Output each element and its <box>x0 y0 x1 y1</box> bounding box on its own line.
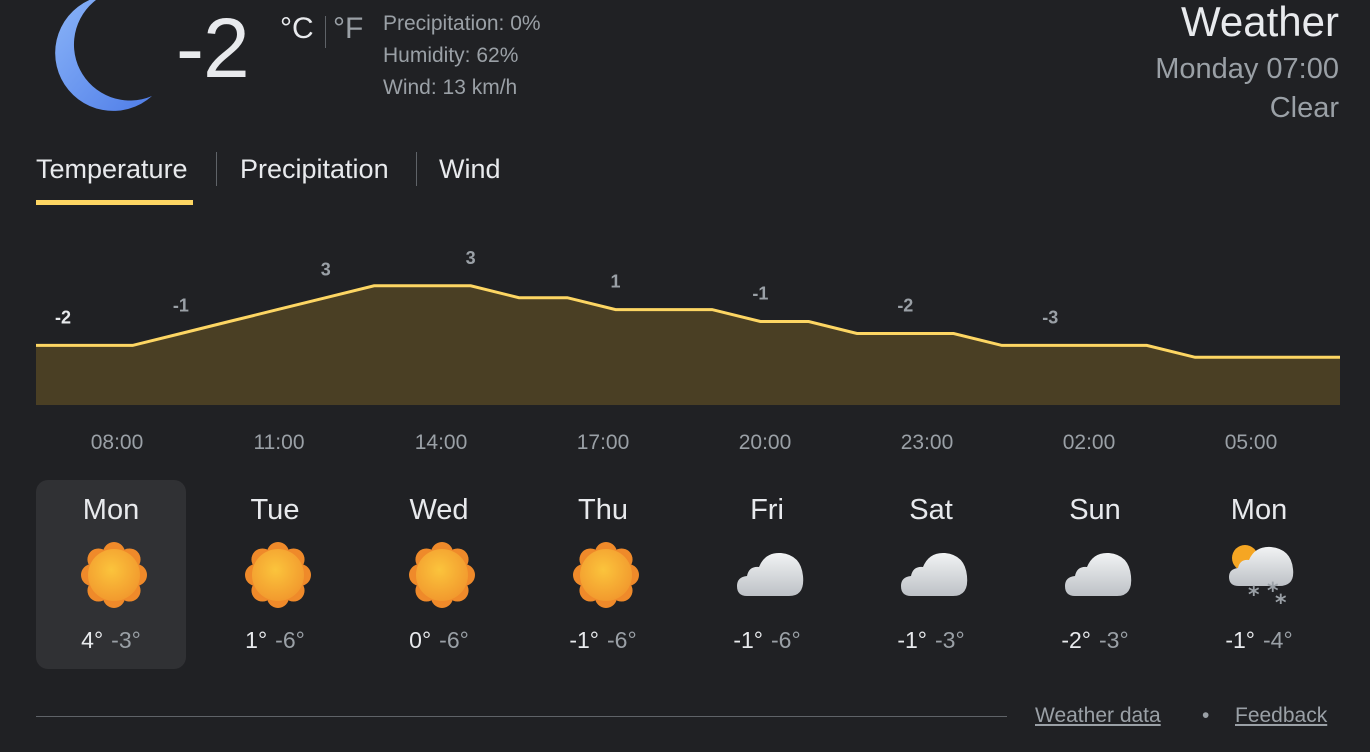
day-temperatures: -1° -3° <box>856 627 1006 654</box>
low-temp: -6° <box>275 627 305 653</box>
day-temperatures: -1° -4° <box>1184 627 1334 654</box>
low-temp: -6° <box>771 627 801 653</box>
snow-cloud-icon: * * * <box>1227 540 1297 616</box>
hour-label: 05:00 <box>1224 431 1278 454</box>
unit-divider <box>325 16 326 48</box>
day-temperatures: -2° -3° <box>1020 627 1170 654</box>
low-temp: -3° <box>111 627 141 653</box>
day-name: Mon <box>82 494 140 526</box>
unit-fahrenheit-toggle[interactable]: °F <box>333 12 363 46</box>
hour-label: 02:00 <box>1062 431 1116 454</box>
tab-precipitation[interactable]: Precipitation <box>240 154 389 184</box>
forecast-day[interactable]: Tue 1° -6° <box>200 480 350 669</box>
hour-label: 11:00 <box>253 431 305 454</box>
temperature-chart: -2 -1 3 3 1 -1 -2 -3 <box>36 248 1340 405</box>
forecast-day[interactable]: Thu -1° -6° <box>528 480 678 669</box>
forecast-day[interactable]: Sat -1° -3° <box>856 480 1006 669</box>
wind-stat: Wind: 13 km/h <box>383 76 518 99</box>
tab-divider <box>416 152 417 186</box>
high-temp: 1° <box>245 627 268 653</box>
day-temperatures: -1° -6° <box>528 627 678 654</box>
hour-label: 23:00 <box>900 431 954 454</box>
weather-datetime: Monday 07:00 <box>1155 53 1339 85</box>
day-temperatures: -1° -6° <box>692 627 842 654</box>
current-temperature: -2 <box>176 1 250 95</box>
forecast-day[interactable]: Mon * * * -1° -4° <box>1184 480 1334 669</box>
high-temp: -1° <box>1225 627 1255 653</box>
day-name: Fri <box>750 494 784 526</box>
forecast-day[interactable]: Wed 0° -6° <box>364 480 514 669</box>
humidity-stat: Humidity: 62% <box>383 44 519 67</box>
day-name: Tue <box>250 494 300 526</box>
hour-label: 14:00 <box>414 431 468 454</box>
weather-data-link[interactable]: Weather data <box>1035 704 1161 728</box>
chart-data-label: -1 <box>752 284 768 304</box>
chart-data-label: 3 <box>321 260 331 280</box>
low-temp: -6° <box>439 627 469 653</box>
footer-divider <box>36 716 1007 717</box>
cloud-icon <box>735 540 805 610</box>
hour-label: 08:00 <box>90 431 144 454</box>
high-temp: -1° <box>569 627 599 653</box>
footer-separator: • <box>1202 704 1210 727</box>
high-temp: -1° <box>897 627 927 653</box>
selected-tab-indicator <box>36 200 193 205</box>
day-temperatures: 0° -6° <box>364 627 514 654</box>
weather-condition: Clear <box>1269 92 1339 124</box>
precipitation-stat: Precipitation: 0% <box>383 12 541 35</box>
cloud-icon <box>1063 540 1133 610</box>
hour-label: 20:00 <box>738 431 792 454</box>
forecast-day[interactable]: Fri -1° -6° <box>692 480 842 669</box>
svg-text:*: * <box>1275 591 1287 610</box>
hour-label: 17:00 <box>576 431 630 454</box>
chart-data-label: 1 <box>611 272 621 292</box>
tab-divider <box>216 152 217 186</box>
tab-temperature[interactable]: Temperature <box>36 154 188 184</box>
sun-icon <box>571 540 641 610</box>
low-temp: -4° <box>1263 627 1293 653</box>
day-name: Mon <box>1230 494 1288 526</box>
day-name: Thu <box>578 494 628 526</box>
high-temp: -2° <box>1061 627 1091 653</box>
feedback-link[interactable]: Feedback <box>1235 704 1327 728</box>
high-temp: -1° <box>733 627 763 653</box>
low-temp: -3° <box>1099 627 1129 653</box>
day-name: Sat <box>909 494 953 526</box>
low-temp: -3° <box>935 627 965 653</box>
svg-text:*: * <box>1248 583 1260 608</box>
day-name: Sun <box>1069 494 1121 526</box>
forecast-day[interactable]: Sun -2° -3° <box>1020 480 1170 669</box>
day-name: Wed <box>409 494 469 526</box>
tab-wind[interactable]: Wind <box>439 154 501 184</box>
low-temp: -6° <box>607 627 637 653</box>
unit-celsius-toggle[interactable]: °C <box>280 12 314 46</box>
sun-icon <box>407 540 477 610</box>
chart-data-label: -2 <box>55 307 71 327</box>
high-temp: 4° <box>81 627 104 653</box>
day-temperatures: 1° -6° <box>200 627 350 654</box>
high-temp: 0° <box>409 627 432 653</box>
sun-icon <box>79 540 149 610</box>
chart-data-label: -2 <box>897 296 913 316</box>
weather-title: Weather <box>1181 0 1339 45</box>
moon-icon <box>55 0 152 111</box>
day-temperatures: 4° -3° <box>36 627 186 654</box>
cloud-icon <box>899 540 969 610</box>
forecast-day[interactable]: Mon 4° -3° <box>36 480 186 669</box>
chart-data-label: -3 <box>1042 307 1058 327</box>
chart-data-label: -1 <box>173 296 189 316</box>
chart-data-label: 3 <box>466 248 476 268</box>
sun-icon <box>243 540 313 610</box>
